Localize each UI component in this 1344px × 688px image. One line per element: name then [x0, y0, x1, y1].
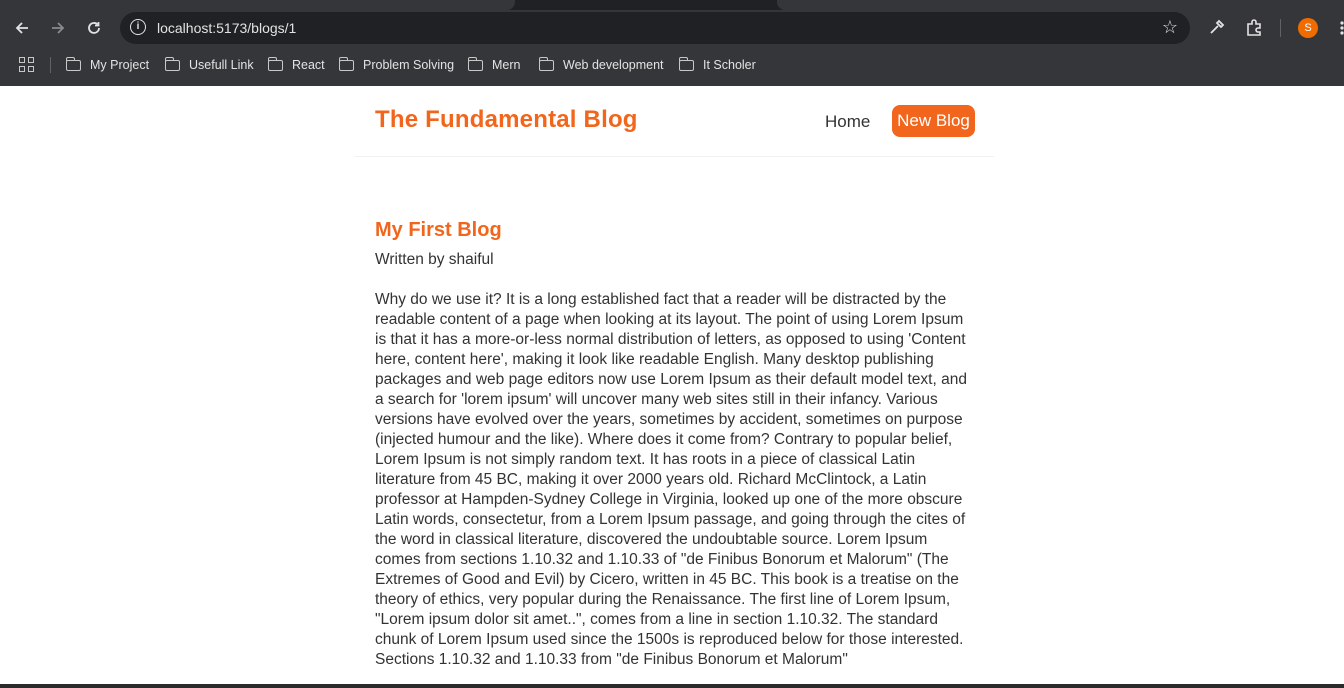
extensions-icon[interactable]: [1243, 16, 1265, 38]
inactive-tab-edge: [777, 0, 1344, 10]
nav-home-link[interactable]: Home: [825, 112, 870, 132]
bookmark-label: Mern: [492, 58, 521, 72]
bookmark-label: It Scholer: [703, 58, 756, 72]
bookmark-it-scholer[interactable]: It Scholer: [678, 55, 756, 75]
browser-chrome: i localhost:5173/blogs/1 ☆ S My Project …: [0, 0, 1344, 86]
menu-button[interactable]: [1336, 16, 1344, 40]
star-icon[interactable]: ☆: [1162, 17, 1178, 38]
folder-icon: [267, 56, 283, 71]
blog-title: My First Blog: [375, 219, 502, 241]
blog-author: Written by shaiful: [375, 251, 494, 268]
reload-button[interactable]: [82, 16, 106, 40]
blog-details: My First Blog Written by shaiful Why do …: [375, 217, 975, 670]
folder-icon: [338, 56, 354, 71]
blog-body: Why do we use it? It is a long establish…: [375, 291, 967, 668]
bookmark-label: My Project: [90, 58, 150, 72]
bookmarks-bar: My Project Usefull Link React Problem So…: [0, 53, 1344, 77]
folder-icon: [538, 56, 554, 71]
window-bottom-edge: [0, 684, 1344, 688]
bookmark-mern[interactable]: Mern: [467, 55, 521, 75]
bookmark-label: Problem Solving: [363, 58, 455, 72]
folder-icon: [467, 56, 483, 71]
toolbar-separator: [1280, 19, 1281, 37]
reload-icon: [88, 22, 100, 34]
bookmark-web-development[interactable]: Web development: [538, 55, 664, 75]
folder-icon: [164, 56, 180, 71]
forward-arrow-icon: [52, 22, 65, 34]
profile-avatar[interactable]: S: [1298, 18, 1318, 38]
url-text[interactable]: localhost:5173/blogs/1: [157, 20, 296, 36]
active-tab-edge: [0, 0, 515, 10]
back-arrow-icon: [15, 22, 28, 34]
forward-button[interactable]: [46, 16, 70, 40]
site-title[interactable]: The Fundamental Blog: [375, 106, 638, 134]
folder-icon: [65, 56, 81, 71]
site-navbar: The Fundamental Blog Home New Blog: [354, 86, 994, 157]
bookmarks-separator: [50, 57, 51, 73]
bookmark-react[interactable]: React: [267, 55, 325, 75]
bookmark-label: Web development: [563, 58, 664, 72]
bookmark-problem-solving[interactable]: Problem Solving: [338, 55, 455, 75]
apps-grid-icon[interactable]: [19, 57, 34, 72]
bookmark-my-project[interactable]: My Project: [65, 55, 150, 75]
tab-strip: [0, 0, 1344, 10]
site-info-icon[interactable]: i: [130, 19, 146, 35]
address-bar[interactable]: i localhost:5173/blogs/1 ☆: [120, 12, 1190, 44]
eyedropper-icon[interactable]: [1206, 16, 1228, 38]
bookmark-usefull-link[interactable]: Usefull Link: [164, 55, 254, 75]
back-button[interactable]: [10, 16, 34, 40]
new-blog-button[interactable]: New Blog: [892, 105, 975, 137]
folder-icon: [678, 56, 694, 71]
bookmark-label: Usefull Link: [189, 58, 254, 72]
bookmark-label: React: [292, 58, 325, 72]
